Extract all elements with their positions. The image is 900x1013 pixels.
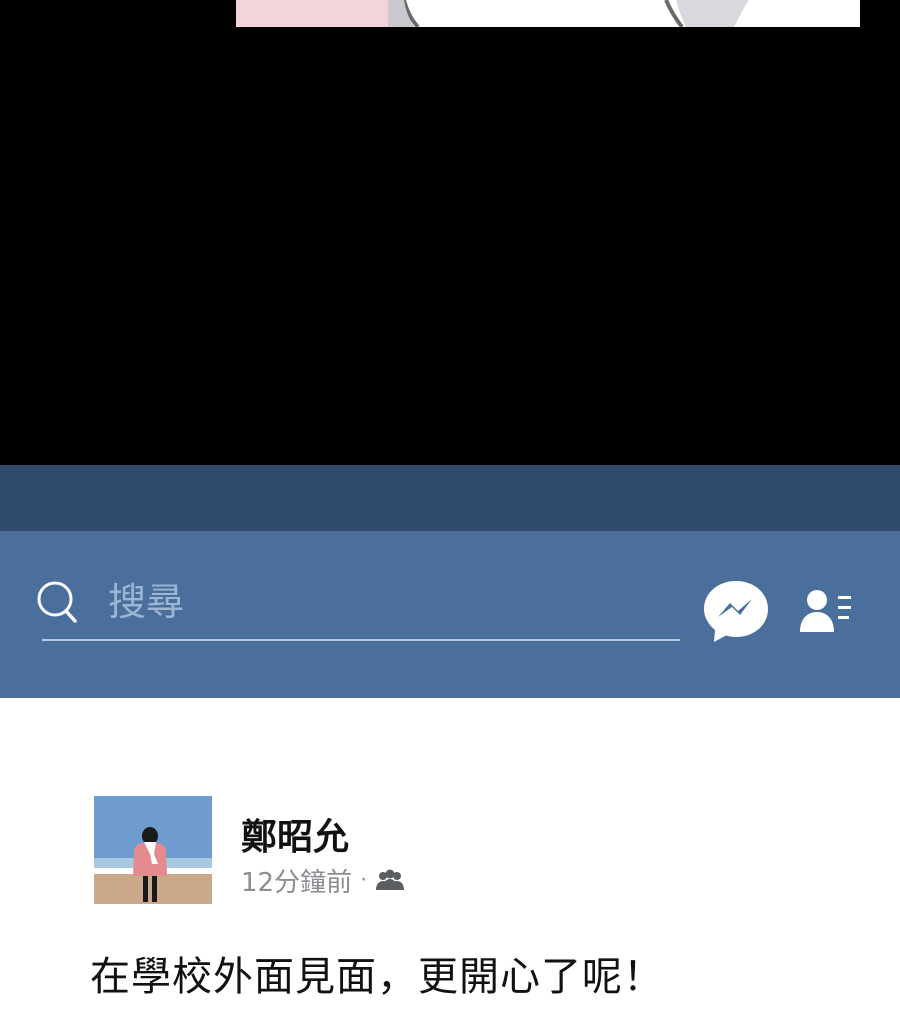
post-timestamp[interactable]: 12分鐘前 bbox=[241, 862, 352, 899]
post-meta: 12分鐘前 · bbox=[241, 862, 405, 899]
avatar[interactable] bbox=[94, 796, 212, 904]
author-name[interactable]: 鄭昭允 bbox=[241, 808, 349, 860]
comic-background bbox=[0, 0, 900, 465]
post-text: 在學校外面見面，更開心了呢！ bbox=[90, 954, 664, 1000]
search-input[interactable] bbox=[108, 572, 668, 632]
messenger-icon[interactable] bbox=[702, 579, 770, 643]
meta-separator: · bbox=[360, 867, 368, 893]
search-icon[interactable] bbox=[36, 580, 80, 626]
comic-panel-image bbox=[236, 0, 860, 27]
status-bar bbox=[0, 465, 900, 531]
search-underline bbox=[42, 639, 680, 641]
friend-requests-icon[interactable] bbox=[798, 586, 854, 634]
friends-audience-icon[interactable] bbox=[375, 869, 405, 891]
